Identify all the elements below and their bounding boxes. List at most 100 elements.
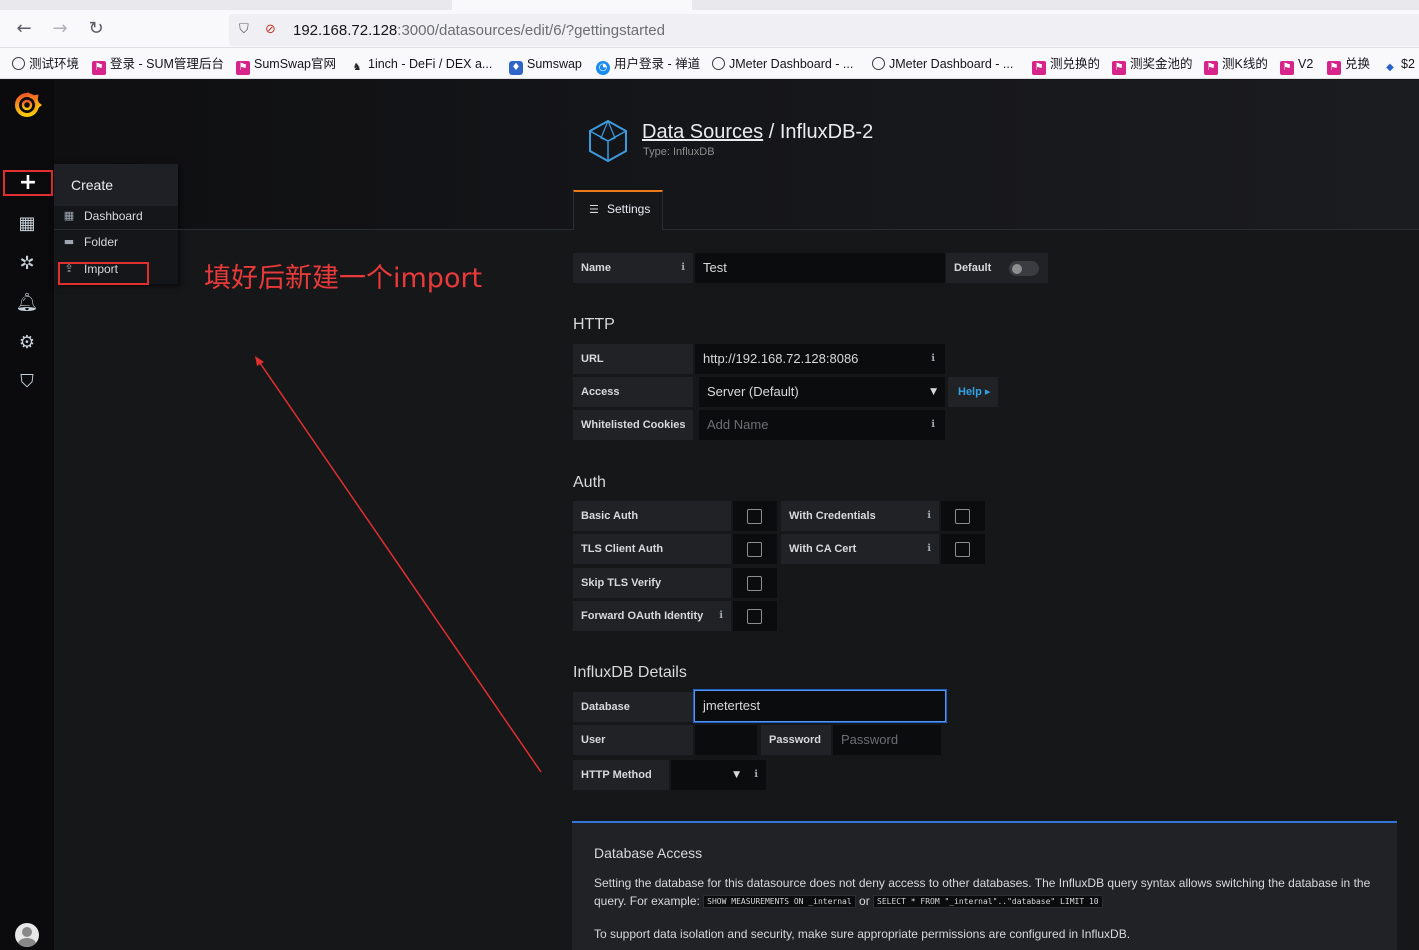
label-text: Forward OAuth Identity [581, 610, 704, 622]
user-avatar[interactable] [15, 923, 39, 947]
page-title: Data Sources / InfluxDB-2 [642, 121, 873, 144]
password-input[interactable]: Password [833, 725, 941, 755]
grafana-logo-icon[interactable] [12, 90, 42, 120]
menu-item-label: Folder [84, 235, 119, 249]
bookmark-item[interactable]: ⚑ V2 [1280, 56, 1314, 75]
forward-oauth-checkbox-cell [733, 601, 777, 631]
with-credentials-label: With Credentials ℹ [781, 501, 939, 531]
database-input[interactable]: jmetertest [694, 690, 946, 722]
pink-flag-icon: ⚑ [1280, 61, 1294, 75]
grafana-app: + ▦ ✲ 🔔︎ ⚙ ⛉ Create ▦ Dashboard ▬ Folder… [0, 80, 1419, 950]
url-host: 192.168.72.128 [293, 22, 398, 39]
tab-divider [54, 229, 573, 230]
name-input[interactable]: Test [695, 253, 945, 283]
http-method-label: HTTP Method [573, 760, 669, 790]
http-method-select[interactable]: ▼ ℹ [671, 760, 766, 790]
bookmark-item[interactable]: JMeter Dashboard - ... [712, 56, 853, 72]
with-ca-cert-checkbox-cell [941, 534, 985, 564]
alerting-bell-icon[interactable]: 🔔︎ [15, 291, 39, 315]
info-text-or: or [859, 894, 870, 908]
shield-icon[interactable]: ⛉ [239, 22, 255, 38]
import-highlight-box [58, 262, 149, 285]
influxdb-section-title: InfluxDB Details [573, 664, 687, 681]
tls-client-auth-checkbox-cell [733, 534, 777, 564]
whitelisted-cookies-input[interactable]: Add Name ℹ [699, 410, 945, 440]
url-input[interactable]: http://192.168.72.128:8086 ℹ [695, 344, 945, 374]
dashboards-grid-icon[interactable]: ▦ [15, 212, 39, 236]
create-plus-icon[interactable]: + [3, 170, 53, 196]
user-label: User [573, 725, 693, 755]
info-icon[interactable]: ℹ [931, 410, 935, 440]
code-snippet: SELECT * FROM "_internal".."database" LI… [873, 895, 1103, 908]
skip-tls-verify-checkbox[interactable] [747, 576, 762, 591]
info-icon[interactable]: ℹ [927, 501, 931, 531]
forward-oauth-checkbox[interactable] [747, 609, 762, 624]
database-access-info-panel: Database Access Setting the database for… [572, 821, 1397, 950]
default-toggle[interactable] [1009, 261, 1039, 276]
forward-arrow-icon[interactable]: → [48, 17, 72, 41]
info-icon[interactable]: ℹ [927, 534, 931, 564]
tab-settings[interactable]: ☰ Settings [573, 190, 663, 230]
default-label: Default [954, 262, 992, 274]
bookmark-item[interactable]: ♞ 1inch - DeFi / DEX a... [350, 56, 493, 73]
server-admin-shield-icon[interactable]: ⛉ [15, 370, 39, 394]
address-bar[interactable]: ⛉ ⊘ 192.168.72.128:3000/datasources/edit… [229, 14, 1419, 46]
bookmark-label: 登录 - SUM管理后台 [110, 57, 224, 71]
code-snippet: SHOW MEASUREMENTS ON _internal [703, 895, 856, 908]
bookmark-label: 测奖金池的 [1130, 57, 1193, 71]
bookmark-item[interactable]: ⚑ 测兑换的 [1032, 56, 1100, 75]
info-icon[interactable]: ℹ [681, 253, 685, 283]
breadcrumb-datasources-link[interactable]: Data Sources [642, 121, 763, 143]
tls-client-auth-checkbox[interactable] [747, 542, 762, 557]
forward-oauth-label: Forward OAuth Identity ℹ [573, 601, 731, 631]
bookmark-label: V2 [1298, 57, 1314, 71]
database-label: Database [573, 692, 693, 722]
cookies-placeholder: Add Name [707, 417, 769, 432]
bookmark-label: 用户登录 - 禅道 [614, 57, 701, 71]
reload-icon[interactable]: ↻ [84, 17, 108, 41]
configuration-gear-icon[interactable]: ⚙ [15, 331, 39, 355]
side-menu: + ▦ ✲ 🔔︎ ⚙ ⛉ [0, 80, 54, 950]
menu-item-folder[interactable]: ▬ Folder [62, 232, 174, 252]
insecure-lock-icon[interactable]: ⊘ [265, 22, 281, 38]
help-button[interactable]: Help ▸ [948, 377, 998, 407]
url-text[interactable]: 192.168.72.128:3000/datasources/edit/6/?… [293, 22, 665, 39]
active-browser-tab[interactable] [452, 0, 692, 10]
bookmark-item[interactable]: ⚑ 兑换 [1327, 56, 1370, 75]
back-arrow-icon[interactable]: ← [12, 17, 36, 41]
influxdb-logo-icon [589, 119, 627, 163]
bookmark-item[interactable]: ◆ $2 [1383, 56, 1415, 73]
bookmark-label: $2 [1401, 57, 1415, 71]
basic-auth-checkbox[interactable] [747, 509, 762, 524]
info-icon[interactable]: ℹ [931, 344, 935, 374]
user-input[interactable] [695, 725, 757, 755]
sliders-icon: ☰ [589, 203, 599, 216]
diamond-icon: ◆ [1386, 62, 1394, 73]
explore-compass-icon[interactable]: ✲ [15, 252, 39, 276]
info-icon[interactable]: ℹ [719, 601, 723, 631]
datasource-title: InfluxDB-2 [779, 121, 874, 143]
globe-icon [872, 57, 885, 70]
info-icon[interactable]: ℹ [754, 760, 758, 790]
bookmark-item[interactable]: ⚑ 测K线的 [1204, 56, 1268, 75]
menu-item-dashboard[interactable]: ▦ Dashboard [62, 206, 174, 226]
bookmark-item[interactable]: ⚑ 测奖金池的 [1112, 56, 1193, 75]
page-header [54, 80, 1419, 230]
access-select[interactable]: Server (Default) ▼ [699, 377, 945, 407]
with-credentials-checkbox[interactable] [955, 509, 970, 524]
create-menu-header[interactable]: Create [54, 164, 178, 206]
with-ca-cert-checkbox[interactable] [955, 542, 970, 557]
name-label: Name ℹ [573, 253, 693, 283]
bookmark-item[interactable]: JMeter Dashboard - ... [872, 56, 1013, 72]
bookmark-label: SumSwap官网 [254, 57, 336, 71]
bookmark-label: 测试环境 [29, 57, 80, 71]
bookmark-item[interactable]: ◔ 用户登录 - 禅道 [596, 56, 701, 75]
pink-flag-icon: ⚑ [1204, 61, 1218, 75]
bookmark-item[interactable]: ⚑ 登录 - SUM管理后台 [92, 56, 224, 75]
sumswap-icon: ♦ [509, 61, 523, 75]
bookmark-item[interactable]: 测试环境 [12, 56, 79, 72]
bookmark-label: JMeter Dashboard - ... [889, 57, 1014, 71]
bookmark-item[interactable]: ♦ Sumswap [509, 56, 582, 75]
bookmark-item[interactable]: ⚑ SumSwap官网 [236, 56, 336, 75]
skip-tls-verify-checkbox-cell [733, 568, 777, 598]
